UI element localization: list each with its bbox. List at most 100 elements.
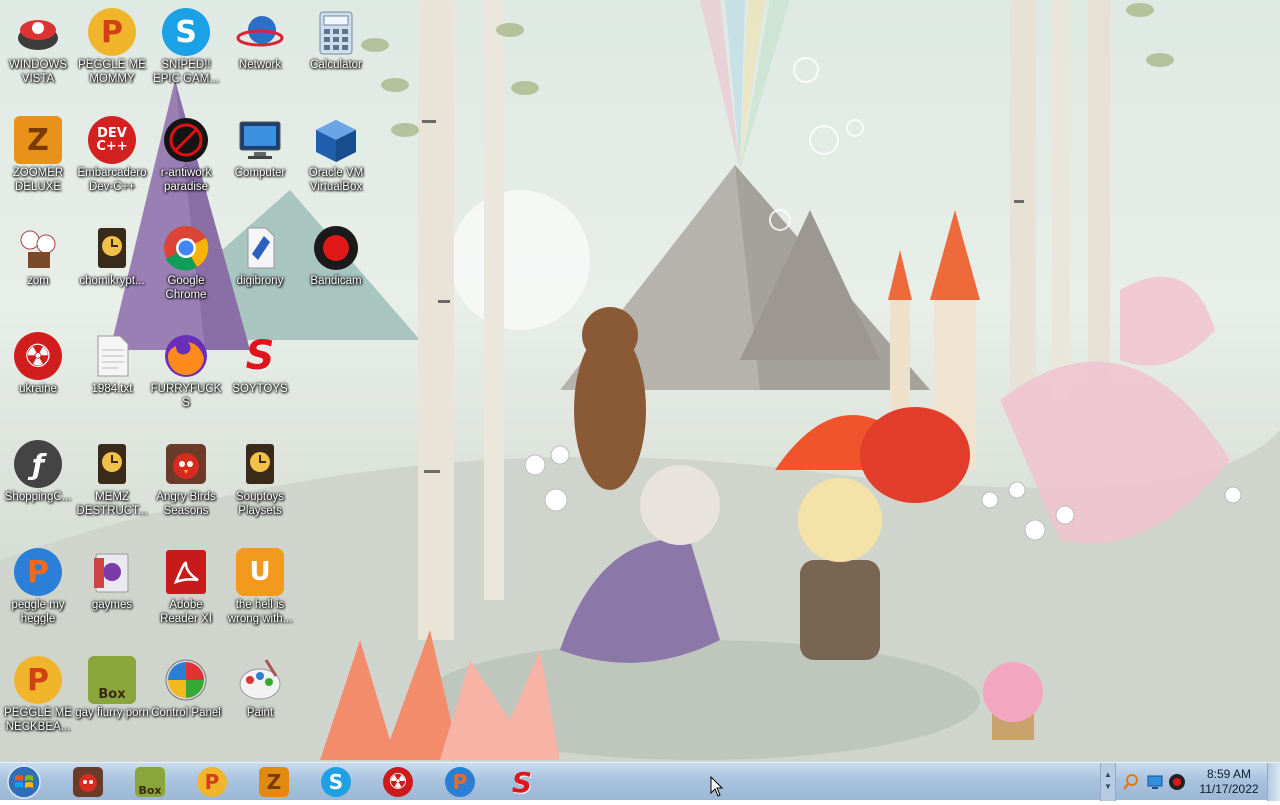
digibrony-icon: [236, 224, 284, 272]
desktop-icon-peggle-me-neckbeard[interactable]: P PEGGLE ME NECKBEA...: [0, 652, 76, 752]
desktop-icon-label: ZOOMER DELUXE: [12, 167, 64, 193]
desktop-icon-label: Souptoys Playsets: [236, 491, 284, 517]
desktop-icon-label: digibrony: [236, 275, 284, 287]
taskbar-pinned-zoomer[interactable]: Z: [248, 765, 300, 799]
radiation-icon: ☢: [14, 332, 62, 380]
desktop-icon-r-antiwork-paradise[interactable]: r-antiwork paradise: [148, 112, 224, 212]
desktop-icon-label: WINDOWS VISTA: [8, 59, 68, 85]
angry-birds-icon: [73, 767, 103, 797]
peggle-icon: P: [14, 656, 62, 704]
taskbar-pinned-angry-birds[interactable]: [62, 765, 114, 799]
flash-icon: ƒ: [14, 440, 62, 488]
desktop-icon-label: SOYTOYS: [232, 383, 288, 395]
clock-time: 8:59 AM: [1206, 767, 1252, 781]
desktop-icon-adobe-reader-xi[interactable]: Adobe Reader XI: [148, 544, 224, 644]
network-icon: [236, 8, 284, 56]
peggle-icon: P: [197, 767, 227, 797]
virtualbox-icon: [312, 116, 360, 164]
desktop-icon-label: r-antiwork paradise: [160, 167, 212, 193]
taskbar-pinned-skype[interactable]: S: [310, 765, 362, 799]
desktop-icon-control-panel[interactable]: Control Panel: [148, 652, 224, 752]
desktop-icon-furryfucks[interactable]: FURRYFUCKS: [148, 328, 224, 428]
desktop-icon-label: 1984.txt: [91, 383, 133, 395]
desktop-icon-chomikrypt[interactable]: chomikrypt...: [74, 220, 150, 320]
soytoys-icon: S: [511, 765, 533, 799]
desktop-icon-label: Network: [238, 59, 282, 71]
control-panel-icon: [162, 656, 210, 704]
desktop-icon-shoppingc[interactable]: ƒ ShoppingC...: [0, 436, 76, 536]
desktop-icon-label: zom: [27, 275, 49, 287]
desktop-icon-gaymes[interactable]: gaymes: [74, 544, 150, 644]
desktop-icon-label: peggle my heggle: [11, 599, 65, 625]
taskbar-pinned-radiation[interactable]: ☢: [372, 765, 424, 799]
desktop-icon-the-hell-is-wrong-with[interactable]: ᑌ the hell is wrong with...: [222, 544, 298, 644]
taskbar-pinned-box[interactable]: Box: [124, 765, 176, 799]
desktop-icon-gay-fiurry-porn[interactable]: Box gay fiurry porn: [74, 652, 150, 752]
desktop-icon-peggle-my-heggle[interactable]: P peggle my heggle: [0, 544, 76, 644]
desktop-icon-label: PEGGLE ME MOMMY: [78, 59, 146, 85]
windows-start-icon: [7, 765, 41, 799]
desktop-icon-ukraine[interactable]: ☢ ukraine: [0, 328, 76, 428]
desktop-icon-sniped-epic-gam[interactable]: S SNIPED!! EPIC GAM...: [148, 4, 224, 104]
desktop-icon-digibrony[interactable]: digibrony: [222, 220, 298, 320]
desktop-icon-paint[interactable]: Paint: [222, 652, 298, 752]
zom-icon: [14, 224, 62, 272]
desktop-icon-label: ShoppingC...: [4, 491, 72, 503]
memz-icon: [88, 440, 136, 488]
desktop-icon-label: Angry Birds Seasons: [156, 491, 216, 517]
desktop-icon-label: Oracle VM VirtualBox: [308, 167, 364, 193]
start-button[interactable]: [4, 764, 44, 800]
system-tray: ▲ ▼ 8:59 AM 11/17/2022: [1100, 763, 1280, 801]
desktop-icon-label: chomikrypt...: [79, 275, 145, 287]
clock-date: 11/17/2022: [1199, 782, 1259, 796]
desktop-icon-label: Paint: [246, 707, 274, 719]
desktop-icon-oracle-vm-virtualbox[interactable]: Oracle VM VirtualBox: [298, 112, 374, 212]
paint-icon: [236, 656, 284, 704]
clock[interactable]: 8:59 AM 11/17/2022: [1192, 767, 1266, 797]
network-tray-icon[interactable]: [1146, 773, 1164, 791]
desktop-icon-computer[interactable]: Computer: [222, 112, 298, 212]
desktop-icon-label: Bandicam: [310, 275, 362, 287]
zoomer-icon: Z: [14, 116, 62, 164]
taskbar: Box P Z S ☢ P S ▲ ▼ 8:59 AM 11/17/2022: [0, 762, 1280, 801]
skype-icon: S: [321, 767, 351, 797]
devcpp-icon: DEV C++: [88, 116, 136, 164]
desktop-icon-label: MEMZ DESTRUCT...: [76, 491, 148, 517]
calculator-icon: [312, 8, 360, 56]
desktop-icon-label: SNIPED!! EPIC GAM...: [153, 59, 219, 85]
search-tray-icon[interactable]: [1122, 773, 1140, 791]
desktop-icon-memz-destruct[interactable]: MEMZ DESTRUCT...: [74, 436, 150, 536]
bandicam-tray-icon[interactable]: [1168, 773, 1186, 791]
show-desktop-button[interactable]: [1267, 763, 1280, 801]
desktop-icon-soytoys[interactable]: S SOYTOYS: [222, 328, 298, 428]
desktop-icon-1984-txt[interactable]: 1984.txt: [74, 328, 150, 428]
desktop-icon-zoomer-deluxe[interactable]: Z ZOOMER DELUXE: [0, 112, 76, 212]
desktop-icon-google-chrome[interactable]: Google Chrome: [148, 220, 224, 320]
desktop-icon-label: gay fiurry porn: [75, 707, 149, 719]
antiwork-icon: [162, 116, 210, 164]
desktop-icon-zom[interactable]: zom: [0, 220, 76, 320]
desktop-icon-bandicam[interactable]: Bandicam: [298, 220, 374, 320]
desktop-icon-angry-birds-seasons[interactable]: Angry Birds Seasons: [148, 436, 224, 536]
taskbar-pinned-soytoys[interactable]: S: [496, 765, 548, 799]
desktop-icon-label: Calculator: [310, 59, 362, 71]
desktop-icon-network[interactable]: Network: [222, 4, 298, 104]
taskbar-pinned-peggle-2[interactable]: P: [434, 765, 486, 799]
desktop-icon-calculator[interactable]: Calculator: [298, 4, 374, 104]
peggle-icon: P: [88, 8, 136, 56]
desktop-icon-label: Adobe Reader XI: [160, 599, 212, 625]
adobe-reader-icon: [162, 548, 210, 596]
soytoys-icon: S: [245, 333, 275, 379]
tray-expand-arrows[interactable]: ▲ ▼: [1100, 763, 1116, 801]
desktop-icon-souptoys-playsets[interactable]: Souptoys Playsets: [222, 436, 298, 536]
windows-vista-icon: [14, 8, 62, 56]
desktop-icon-embarcadero-dev-cpp[interactable]: DEV C++ Embarcadero Dev-C++: [74, 112, 150, 212]
radiation-icon: ☢: [383, 767, 413, 797]
desktop-icon-label: FURRYFUCKS: [150, 383, 222, 409]
bandicam-icon: [312, 224, 360, 272]
desktop-icon-peggle-me-mommy[interactable]: P PEGGLE ME MOMMY: [74, 4, 150, 104]
peggle-icon: P: [14, 548, 62, 596]
taskbar-pinned-peggle[interactable]: P: [186, 765, 238, 799]
desktop-icon-windows-vista[interactable]: WINDOWS VISTA: [0, 4, 76, 104]
desktop-icon-label: PEGGLE ME NECKBEA...: [4, 707, 72, 733]
